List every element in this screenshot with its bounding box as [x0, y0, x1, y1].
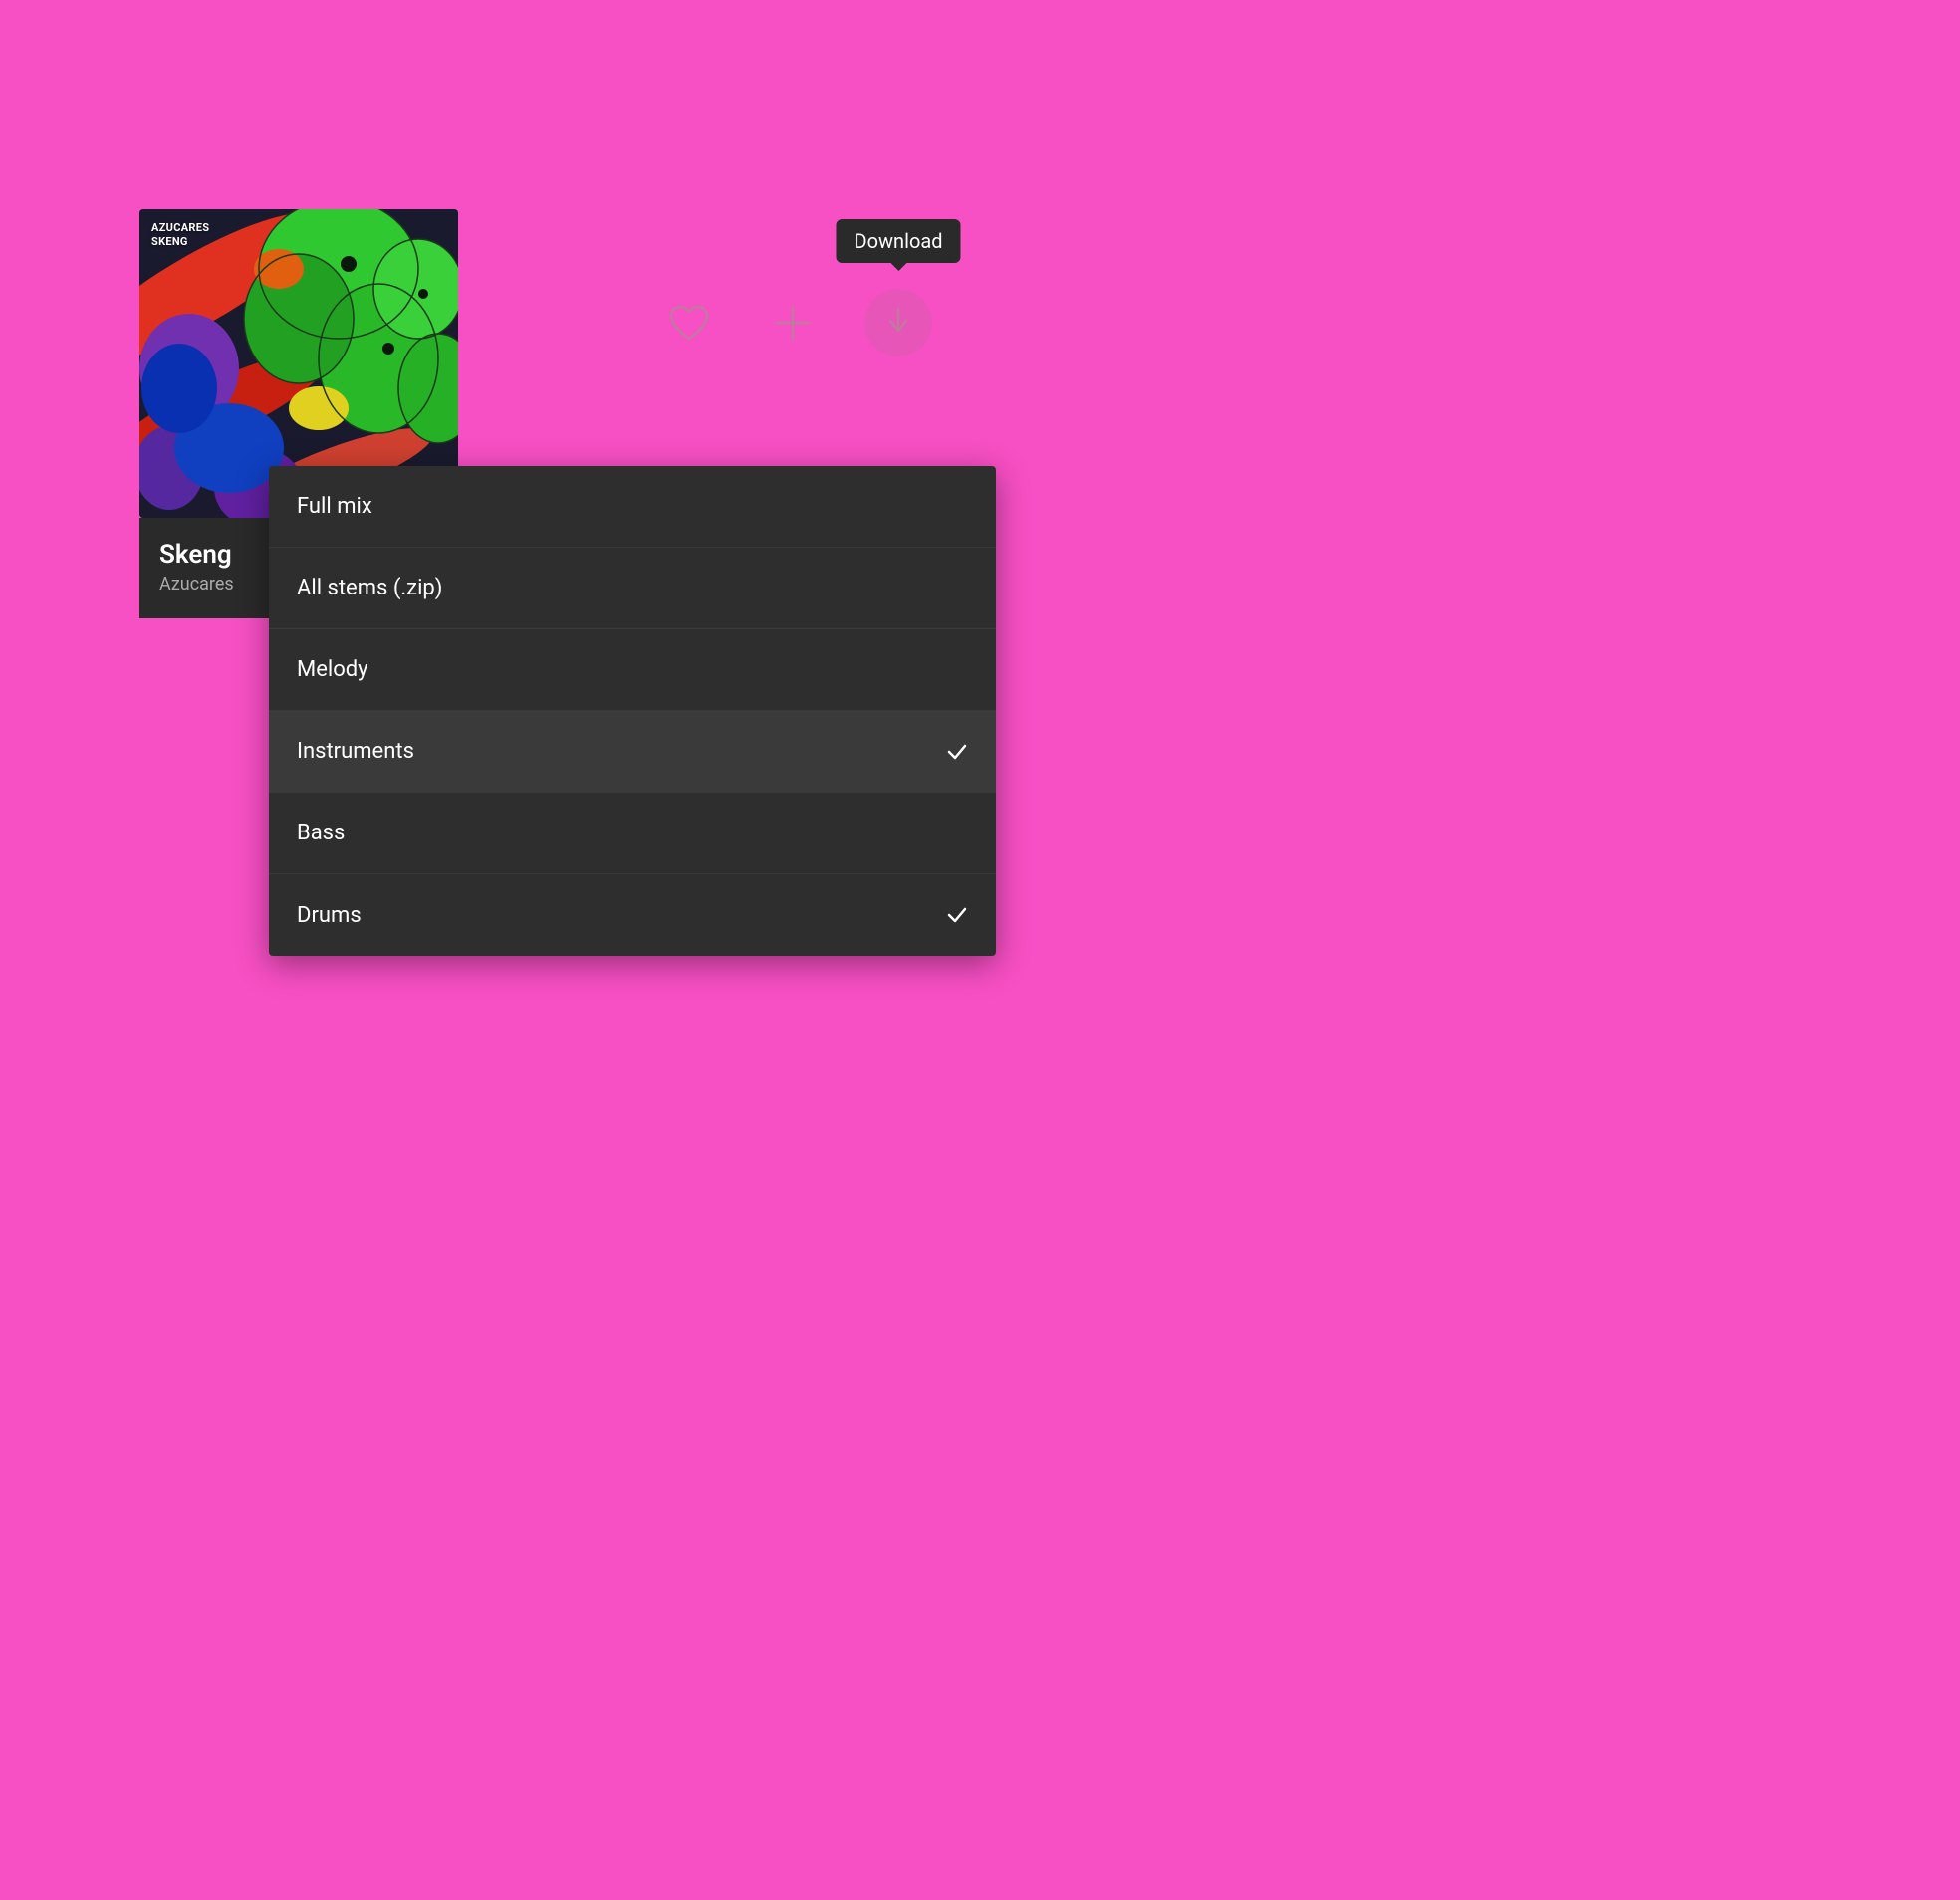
- check-icon: [946, 741, 968, 763]
- action-buttons: Download: [657, 289, 932, 356]
- add-button[interactable]: [761, 291, 825, 355]
- menu-item-instruments[interactable]: Instruments: [269, 711, 996, 793]
- download-button[interactable]: [864, 289, 932, 356]
- download-button-container: Download: [864, 289, 932, 356]
- menu-item-full-mix[interactable]: Full mix: [269, 466, 996, 548]
- menu-item-melody[interactable]: Melody: [269, 629, 996, 711]
- like-button[interactable]: [657, 291, 721, 355]
- download-tooltip: Download: [836, 219, 960, 263]
- album-label: AZUCARES SKENG: [151, 221, 209, 250]
- menu-item-drums[interactable]: Drums: [269, 874, 996, 956]
- download-menu: Full mix All stems (.zip) Melody Instrum…: [269, 466, 996, 956]
- check-icon-drums: [946, 904, 968, 926]
- menu-item-all-stems[interactable]: All stems (.zip): [269, 548, 996, 629]
- menu-item-bass[interactable]: Bass: [269, 793, 996, 874]
